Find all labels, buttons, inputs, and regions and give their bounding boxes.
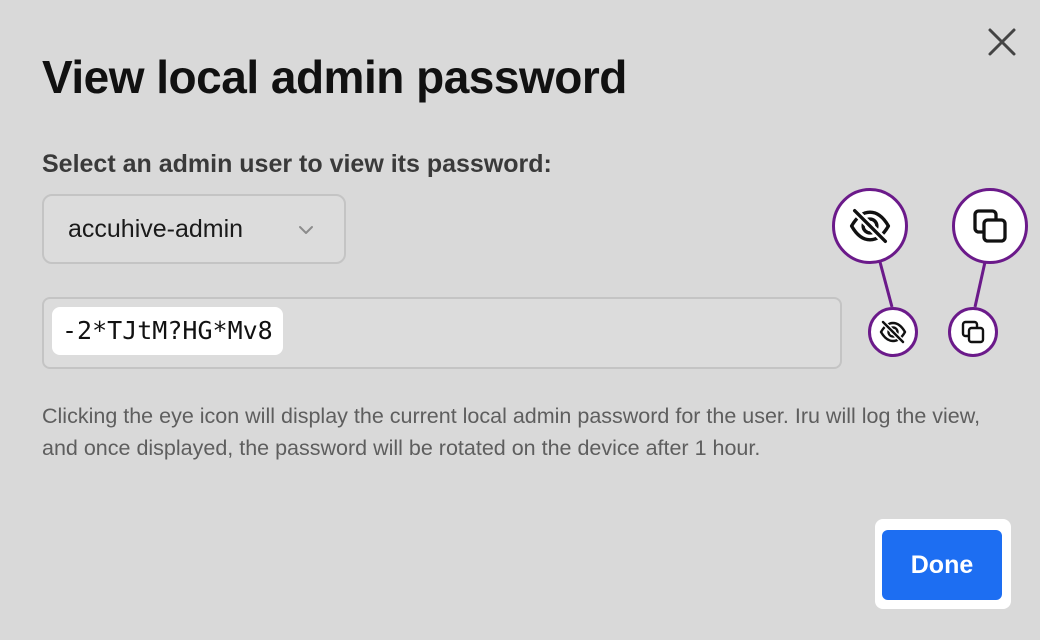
copy-icon — [973, 209, 1007, 243]
admin-user-select-label: Select an admin user to view its passwor… — [42, 150, 552, 178]
close-icon — [988, 28, 1016, 56]
help-text: Clicking the eye icon will display the c… — [42, 404, 981, 460]
reveal-password-button[interactable] — [868, 307, 918, 357]
copy-icon-callout — [952, 188, 1028, 264]
copy-callout-connector — [973, 261, 987, 308]
chevron-down-icon — [299, 226, 313, 234]
copy-password-button[interactable] — [948, 307, 998, 357]
close-button[interactable] — [982, 22, 1022, 62]
selected-admin-user: accuhive-admin — [68, 214, 244, 243]
admin-user-select[interactable]: accuhive-admin — [42, 194, 346, 264]
local-admin-password-dialog: View local admin password Select an admi… — [0, 0, 1040, 640]
eye-off-icon — [849, 207, 891, 245]
password-value: -2*TJtM?HG*Mv8 — [52, 307, 283, 355]
dialog-title: View local admin password — [42, 51, 627, 103]
password-field[interactable]: -2*TJtM?HG*Mv8 — [42, 297, 842, 369]
eye-off-icon — [879, 320, 907, 344]
eye-off-icon-callout — [832, 188, 908, 264]
eye-callout-connector — [878, 261, 894, 308]
copy-icon — [961, 320, 985, 344]
done-button[interactable]: Done — [882, 530, 1002, 600]
